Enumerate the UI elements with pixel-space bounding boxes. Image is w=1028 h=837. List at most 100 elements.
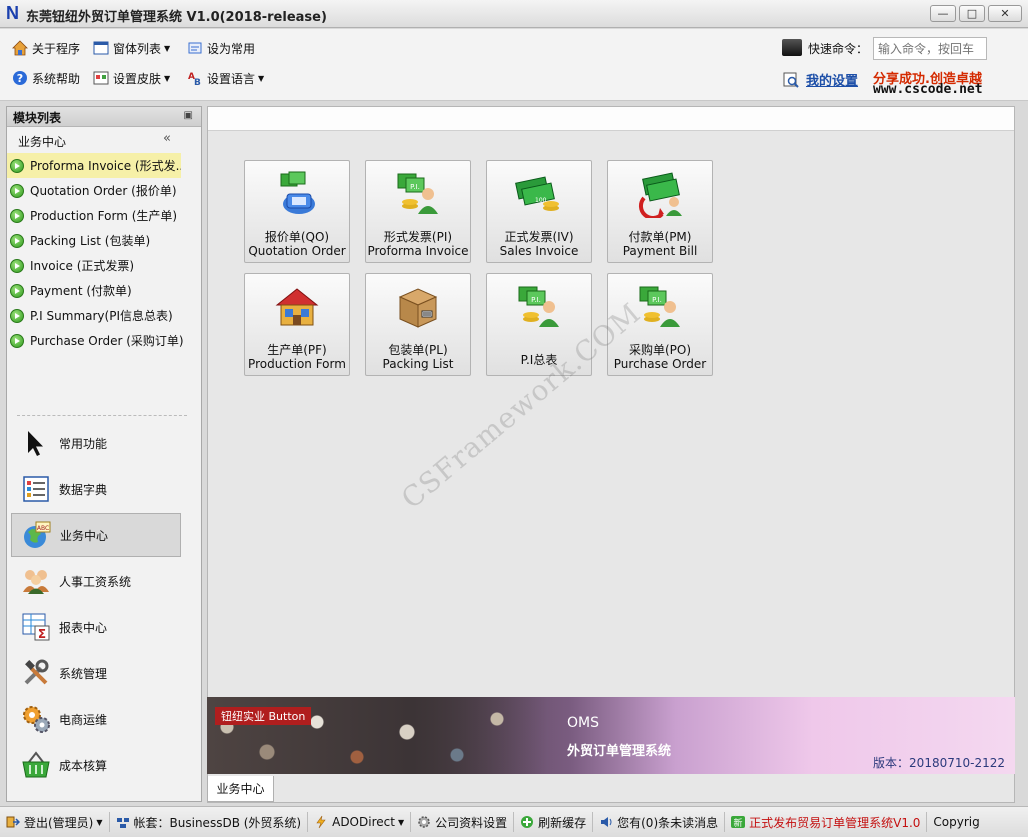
module-panel: 模块列表 ▣ 业务中心 « Proforma Invoice (形式发... Q… bbox=[6, 106, 202, 802]
module-item-packing-list[interactable]: Packing List (包装单) bbox=[7, 228, 201, 253]
new-badge-icon: 新 bbox=[731, 816, 746, 829]
module-item-label: Purchase Order (采购订单) bbox=[30, 334, 184, 348]
collapse-icon[interactable]: « bbox=[163, 131, 171, 146]
module-item-proforma-invoice[interactable]: Proforma Invoice (形式发... bbox=[7, 153, 181, 178]
tile-production-form[interactable]: 生产单(PF) Production Form bbox=[244, 273, 350, 376]
nav-item-cost-accounting[interactable]: 成本核算 bbox=[11, 743, 199, 787]
help-icon: ? bbox=[13, 71, 27, 85]
about-program-button[interactable]: 关于程序 bbox=[12, 37, 80, 59]
terminal-icon bbox=[782, 39, 802, 56]
refresh-plus-icon bbox=[521, 816, 534, 828]
svg-text:P.I.: P.I. bbox=[410, 183, 420, 191]
play-bullet-icon bbox=[10, 308, 24, 323]
gears-icon bbox=[21, 704, 51, 734]
globe-abc-icon: ABC bbox=[22, 520, 52, 550]
nav-item-hr-payroll[interactable]: 人事工资系统 bbox=[11, 559, 199, 603]
module-group-header: 业务中心 « bbox=[7, 127, 201, 153]
window-title: 东莞钮纽外贸订单管理系统 V1.0(2018-release) bbox=[26, 10, 327, 25]
minimize-button[interactable]: — bbox=[930, 5, 956, 22]
nav-item-data-dictionary[interactable]: 数据字典 bbox=[11, 467, 199, 511]
tile-subtitle: Purchase Order bbox=[613, 357, 707, 371]
module-item-pi-summary[interactable]: P.I Summary(PI信息总表) bbox=[7, 303, 201, 328]
module-item-quotation-order[interactable]: Quotation Order (报价单) bbox=[7, 178, 201, 203]
window-list-label: 窗体列表 bbox=[113, 41, 162, 56]
status-bar: 登出(管理员) ▼ 帐套：BusinessDB (外贸系统) ADODirect ▼… bbox=[0, 806, 1028, 837]
splitter[interactable] bbox=[17, 415, 187, 416]
play-bullet-icon bbox=[10, 158, 24, 173]
database-icon bbox=[116, 818, 129, 828]
module-panel-header: 模块列表 ▣ bbox=[7, 107, 201, 127]
logout-label: 登出(管理员) bbox=[24, 815, 94, 830]
window-list-button[interactable]: 窗体列表 ▼ bbox=[93, 37, 170, 59]
pin-icon[interactable]: ▣ bbox=[184, 110, 193, 121]
skin-icon bbox=[93, 71, 109, 85]
release-notice[interactable]: 新 正式发布贸易订单管理系统V1.0 bbox=[725, 812, 928, 832]
unread-messages-button[interactable]: 您有(0)条未读消息 bbox=[593, 812, 726, 832]
tile-title: 生产单(PF) bbox=[267, 343, 327, 357]
tile-payment-bill[interactable]: 付款单(PM) Payment Bill bbox=[607, 160, 713, 263]
system-help-button[interactable]: ? 系统帮助 bbox=[12, 67, 80, 89]
nav-item-common-functions[interactable]: 常用功能 bbox=[11, 421, 199, 465]
nav-item-label: 人事工资系统 bbox=[59, 574, 132, 589]
logout-icon bbox=[6, 816, 20, 828]
nav-item-label: 电商运维 bbox=[59, 712, 108, 727]
logout-button[interactable]: 登出(管理员) ▼ bbox=[0, 812, 110, 832]
module-item-label: P.I Summary(PI信息总表) bbox=[30, 309, 173, 323]
nav-item-business-center[interactable]: ABC 业务中心 bbox=[11, 513, 181, 557]
tile-subtitle: Quotation Order bbox=[248, 244, 346, 258]
tile-subtitle: Production Form bbox=[248, 357, 346, 371]
refresh-cache-button[interactable]: 刷新缓存 bbox=[514, 812, 594, 832]
company-settings-label: 公司资料设置 bbox=[435, 815, 508, 830]
release-notice-label: 正式发布贸易订单管理系统V1.0 bbox=[749, 815, 921, 830]
set-skin-button[interactable]: 设置皮肤 ▼ bbox=[93, 67, 170, 89]
quick-command-input[interactable] bbox=[873, 37, 987, 60]
module-item-label: Production Form (生产单) bbox=[30, 209, 178, 223]
banner-oms: OMS bbox=[567, 715, 599, 731]
factory-house-icon bbox=[273, 283, 321, 331]
nav-item-ecommerce-ops[interactable]: 电商运维 bbox=[11, 697, 199, 741]
footer-banner: 钮纽实业 Button OMS 外贸订单管理系统 版本：20180710-212… bbox=[207, 697, 1015, 774]
tile-title: 付款单(PM) bbox=[628, 230, 692, 244]
tile-subtitle: Packing List bbox=[382, 357, 454, 371]
chevron-down-icon: ▼ bbox=[164, 43, 171, 53]
tile-proforma-invoice[interactable]: P.I. 形式发票(PI) Proforma Invoice bbox=[365, 160, 471, 263]
tile-packing-list[interactable]: 包装单(PL) Packing List bbox=[365, 273, 471, 376]
set-favorite-button[interactable]: 设为常用 bbox=[187, 37, 255, 59]
title-bar: N 东莞钮纽外贸订单管理系统 V1.0(2018-release) — □ ✕ bbox=[0, 0, 1028, 28]
navigation-list: 常用功能 数据字典 ABC 业务中心 人事工资系统 Σ 报表中心 系统管理 电商… bbox=[11, 421, 199, 789]
chevron-down-icon: ▼ bbox=[397, 817, 405, 827]
tile-subtitle: Proforma Invoice bbox=[367, 244, 469, 258]
set-language-label: 设置语言 bbox=[207, 71, 256, 86]
play-bullet-icon bbox=[10, 183, 24, 198]
settings-gear-icon bbox=[418, 816, 430, 828]
window-controls: — □ ✕ bbox=[930, 5, 1022, 22]
set-language-button[interactable]: AB 设置语言 ▼ bbox=[187, 67, 264, 89]
module-item-purchase-order[interactable]: Purchase Order (采购订单) bbox=[7, 328, 201, 353]
nav-item-report-center[interactable]: Σ 报表中心 bbox=[11, 605, 199, 649]
close-button[interactable]: ✕ bbox=[988, 5, 1022, 22]
maximize-button[interactable]: □ bbox=[959, 5, 985, 22]
quotation-phone-icon bbox=[273, 170, 321, 218]
nav-item-label: 系统管理 bbox=[59, 666, 108, 681]
about-program-label: 关于程序 bbox=[32, 41, 81, 56]
module-item-production-form[interactable]: Production Form (生产单) bbox=[7, 203, 201, 228]
connection-type-button[interactable]: ADODirect ▼ bbox=[308, 812, 412, 832]
company-settings-button[interactable]: 公司资料设置 bbox=[411, 812, 515, 832]
tile-sales-invoice[interactable]: 100 正式发票(IV) Sales Invoice bbox=[486, 160, 592, 263]
module-item-invoice[interactable]: Invoice (正式发票) bbox=[7, 253, 201, 278]
chevron-down-icon: ▼ bbox=[258, 73, 265, 83]
basket-icon bbox=[21, 750, 51, 780]
tile-quotation-order[interactable]: 报价单(QO) Quotation Order bbox=[244, 160, 350, 263]
module-item-payment[interactable]: Payment (付款单) bbox=[7, 278, 201, 303]
nav-item-label: 常用功能 bbox=[59, 436, 108, 451]
module-group-title: 业务中心 bbox=[18, 135, 67, 149]
tab-business-center[interactable]: 业务中心 bbox=[207, 776, 274, 802]
svg-text:P.I.: P.I. bbox=[531, 296, 541, 304]
my-settings-label: 我的设置 bbox=[806, 74, 859, 89]
version-label: 版本：20180710-2122 bbox=[873, 756, 1005, 770]
my-settings-link[interactable]: 我的设置 bbox=[782, 70, 858, 89]
pi-user-coins-icon: P.I. bbox=[394, 170, 442, 218]
nav-item-system-management[interactable]: 系统管理 bbox=[11, 651, 199, 695]
play-bullet-icon bbox=[10, 233, 24, 248]
tile-title: 采购单(PO) bbox=[628, 343, 692, 357]
